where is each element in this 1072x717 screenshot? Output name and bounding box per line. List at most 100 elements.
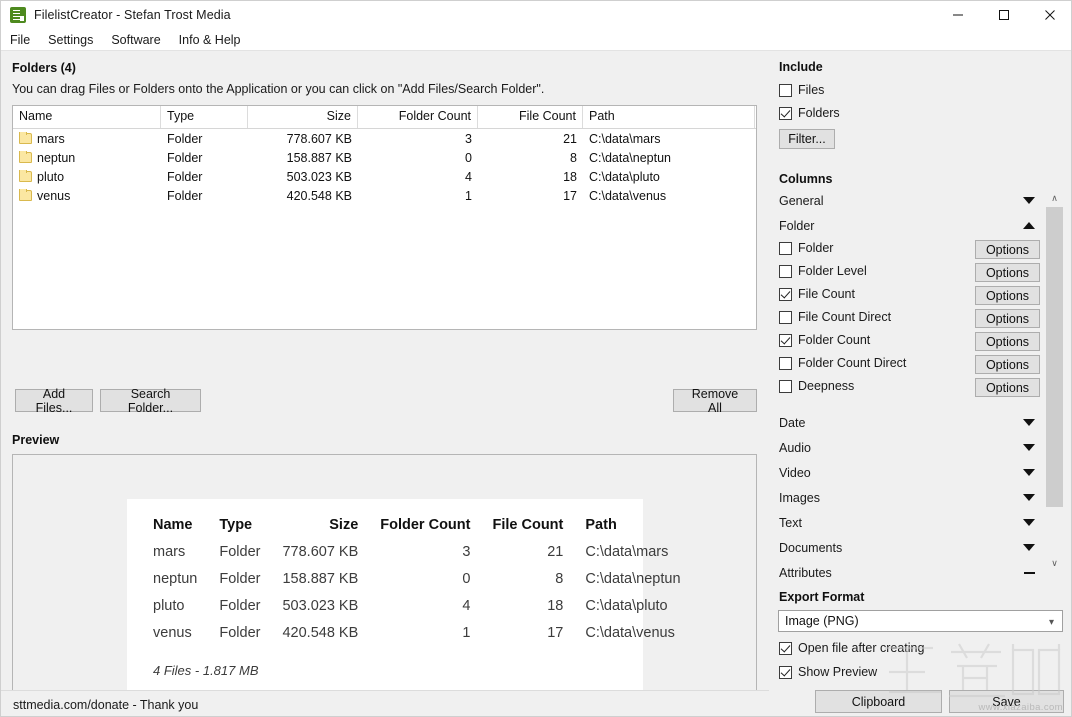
chevron-up-icon [1023,222,1035,229]
cell-folder-count: 0 [358,151,478,165]
cell-size: 778.607 KB [248,132,358,146]
checkbox-box [779,265,792,278]
filter-button[interactable]: Filter... [779,129,835,149]
scrollbar-track[interactable] [1046,207,1063,555]
checkbox-label: Files [798,83,824,97]
left-pane: Folders (4) You can drag Files or Folder… [1,52,769,717]
folders-list-body: marsFolder778.607 KB321C:\data\marsneptu… [13,129,756,205]
menu-item-settings[interactable]: Settings [48,31,102,49]
checkbox-column-folder-level[interactable]: Folder Level [779,264,867,278]
table-row[interactable]: plutoFolder503.023 KB418C:\data\pluto [13,167,756,186]
cell-file-count: 18 [478,170,583,184]
checkbox-box [779,242,792,255]
menu-item-software[interactable]: Software [111,31,169,49]
checkbox-box [779,107,792,120]
checkbox-column-file-count[interactable]: File Count [779,287,855,301]
checkbox-include-files[interactable]: Files [779,83,824,97]
checkbox-column-folder[interactable]: Folder [779,241,833,255]
preview-header-row: Name Type Size Folder Count File Count P… [153,517,681,544]
options-button-folder-count-direct[interactable]: Options [975,355,1040,374]
columns-section-title: Columns [779,172,832,186]
clipboard-button[interactable]: Clipboard [815,690,942,713]
minus-icon [1024,572,1035,574]
checkbox-box [779,357,792,370]
table-row[interactable]: venusFolder420.548 KB117C:\data\venus [13,186,756,205]
column-header-path[interactable]: Path [583,106,755,128]
column-group-folder[interactable]: Folder [779,216,1037,235]
minimize-icon[interactable] [935,1,981,29]
column-group-text[interactable]: Text [779,513,1037,532]
column-group-video[interactable]: Video [779,463,1037,482]
preview-cell-file-count: 21 [492,544,585,571]
options-button-file-count-direct[interactable]: Options [975,309,1040,328]
scroll-down-icon[interactable]: ∨ [1046,555,1063,572]
add-files-button[interactable]: Add Files... [15,389,93,412]
scroll-up-icon[interactable]: ∧ [1046,190,1063,207]
column-group-general[interactable]: General [779,191,1037,210]
window-controls [935,1,1072,29]
column-group-documents[interactable]: Documents [779,538,1037,557]
cell-path: C:\data\venus [583,189,755,203]
column-header-size[interactable]: Size [248,106,358,128]
options-button-folder-count[interactable]: Options [975,332,1040,351]
checkbox-column-deepness[interactable]: Deepness [779,379,854,393]
scrollbar-thumb[interactable] [1046,207,1063,507]
application-window: FilelistCreator - Stefan Trost Media Fil… [0,0,1072,717]
close-icon[interactable] [1027,1,1072,29]
cell-path: C:\data\neptun [583,151,755,165]
checkbox-open-after-creating[interactable]: Open file after creating [779,641,924,655]
checkbox-label: Show Preview [798,665,877,679]
column-header-type[interactable]: Type [161,106,248,128]
checkbox-box [779,334,792,347]
options-button-file-count[interactable]: Options [975,286,1040,305]
preview-cell-type: Folder [219,625,282,652]
cell-size: 503.023 KB [248,170,358,184]
cell-folder-count: 1 [358,189,478,203]
cell-text: mars [37,132,65,146]
checkbox-box [779,380,792,393]
maximize-icon[interactable] [981,1,1027,29]
search-folder-button[interactable]: Search Folder... [100,389,201,412]
columns-scrollbar[interactable]: ∧ ∨ [1046,190,1063,572]
column-group-images[interactable]: Images [779,488,1037,507]
folders-list[interactable]: Name Type Size Folder Count File Count P… [12,105,757,330]
column-group-audio[interactable]: Audio [779,438,1037,457]
column-header-folder-count[interactable]: Folder Count [358,106,478,128]
preview-cell-folder-count: 0 [380,571,492,598]
include-section-title: Include [779,60,823,74]
checkbox-column-folder-count[interactable]: Folder Count [779,333,870,347]
remove-all-button[interactable]: Remove All [673,389,757,412]
preview-column-file-count: File Count [492,517,585,544]
checkbox-include-folders[interactable]: Folders [779,106,840,120]
preview-cell-name: neptun [153,571,219,598]
export-format-title: Export Format [779,590,864,604]
preview-table-body: marsFolder778.607 KB321C:\data\marsneptu… [153,544,681,652]
preview-column-type: Type [219,517,282,544]
menu-item-file[interactable]: File [10,31,39,49]
group-label: General [779,194,1023,208]
cell-text: neptun [37,151,75,165]
preview-table-row: venusFolder420.548 KB117C:\data\venus [153,625,681,652]
checkbox-show-preview[interactable]: Show Preview [779,665,877,679]
preview-column-folder-count: Folder Count [380,517,492,544]
checkbox-box [779,84,792,97]
save-button[interactable]: Save [949,690,1064,713]
options-button-folder-level[interactable]: Options [975,263,1040,282]
column-group-date[interactable]: Date [779,413,1037,432]
checkbox-column-folder-count-direct[interactable]: Folder Count Direct [779,356,906,370]
column-header-file-count[interactable]: File Count [478,106,583,128]
table-row[interactable]: marsFolder778.607 KB321C:\data\mars [13,129,756,148]
checkbox-column-file-count-direct[interactable]: File Count Direct [779,310,891,324]
menu-item-info-help[interactable]: Info & Help [179,31,250,49]
column-group-attributes[interactable]: Attributes [779,563,1037,582]
cell-path: C:\data\mars [583,132,755,146]
column-header-name[interactable]: Name [13,106,161,128]
preview-table-row: plutoFolder503.023 KB418C:\data\pluto [153,598,681,625]
options-button-folder[interactable]: Options [975,240,1040,259]
options-button-deepness[interactable]: Options [975,378,1040,397]
status-bar-text[interactable]: sttmedia.com/donate - Thank you [13,698,198,712]
table-row[interactable]: neptunFolder158.887 KB08C:\data\neptun [13,148,756,167]
preview-table: Name Type Size Folder Count File Count P… [153,517,681,652]
export-format-select[interactable]: Image (PNG) ▾ [778,610,1063,632]
chevron-down-icon [1023,519,1035,526]
